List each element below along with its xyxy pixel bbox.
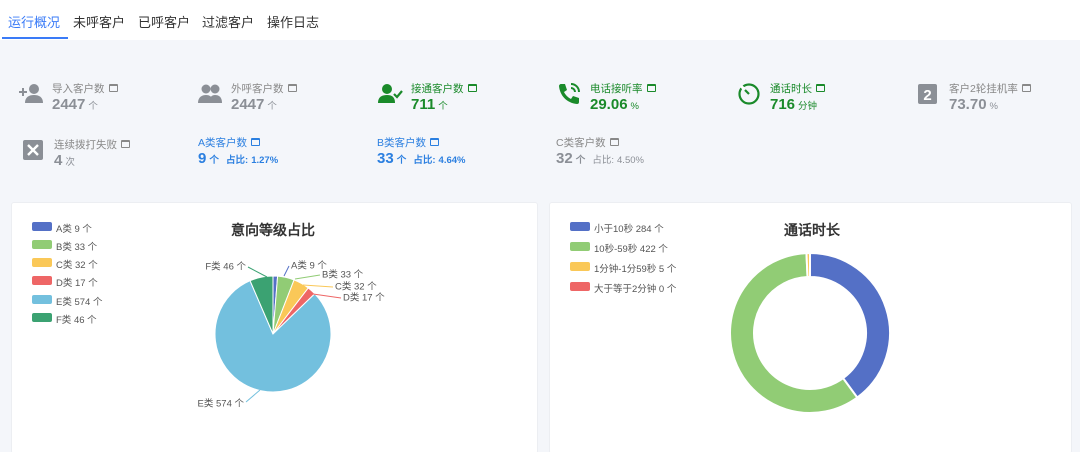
donut-segment[interactable] xyxy=(805,251,811,279)
pie-slice-label: E类 574 个 xyxy=(198,398,245,410)
label-leader-line xyxy=(302,284,334,288)
calendar-icon[interactable] xyxy=(108,84,118,92)
phone-call-icon xyxy=(559,83,580,104)
calendar-icon[interactable] xyxy=(646,84,656,92)
stat-value: 716 分钟 xyxy=(770,96,818,113)
svg-text:2: 2 xyxy=(923,87,931,104)
pie-chart: A类 9 个B类 33 个C类 32 个D类 17 个E类 574 个F类 46… xyxy=(198,260,386,410)
user-check-icon xyxy=(378,84,403,103)
stat-label: 导入客户数 xyxy=(52,81,118,96)
stat-label: A类客户数 xyxy=(198,135,261,150)
timer-icon xyxy=(738,83,760,105)
stat-label: 通话时长 xyxy=(770,81,825,96)
calendar-icon[interactable] xyxy=(467,84,477,92)
stat-value: 9个 占比: 1.27% xyxy=(198,150,279,167)
calendar-icon[interactable] xyxy=(430,138,440,146)
pie-slice-label: B类 33 个 xyxy=(322,269,364,281)
pie-slice-label: F类 46 个 xyxy=(205,261,246,273)
pie-slice-label: D类 17 个 xyxy=(343,292,385,304)
stat-value: 2447 个 xyxy=(231,96,277,113)
label-leader-line xyxy=(247,266,268,278)
label-leader-line xyxy=(294,274,321,280)
tab-uncalled[interactable]: 未呼客户 xyxy=(73,12,125,31)
donut-segment[interactable] xyxy=(809,251,891,399)
calendar-icon[interactable] xyxy=(121,140,130,148)
stat-label: 连续拨打失败 xyxy=(54,137,130,152)
group-icon xyxy=(198,84,222,103)
stat-label: 电话接听率 xyxy=(590,81,656,96)
tab-log[interactable]: 操作日志 xyxy=(267,12,319,31)
intent-level-panel: 意向等级占比 A类 9 个 B类 33 个 C类 32 个 D类 17 个 E类… xyxy=(11,202,538,452)
stat-value: 73.70% xyxy=(949,96,998,113)
tab-overview[interactable]: 运行概况 xyxy=(8,12,60,31)
tab-filtered[interactable]: 过滤客户 xyxy=(202,12,254,31)
donut-chart xyxy=(729,251,891,414)
active-tab-indicator xyxy=(2,37,68,39)
stat-value: 2447 个 xyxy=(52,96,98,113)
tab-called[interactable]: 已呼客户 xyxy=(138,12,190,31)
stat-value: 33 个 占比: 4.64% xyxy=(377,150,466,167)
close-box-icon xyxy=(23,140,43,160)
calendar-icon[interactable] xyxy=(1021,84,1031,92)
stat-label: 客户2轮挂机率 xyxy=(949,81,1031,96)
pie-slice-label: C类 32 个 xyxy=(335,281,377,293)
stat-value: 32 个 占比: 4.50% xyxy=(556,150,644,167)
calendar-icon[interactable] xyxy=(609,138,619,146)
stat-label: 外呼客户数 xyxy=(231,81,297,96)
stat-value: 4次 xyxy=(54,152,75,169)
stats-section: 导入客户数 2447 个 外呼客户数 2447 个 接通客户数 711 个 电话接听率… xyxy=(3,62,1078,188)
tab-bar: 运行概况 未呼客户 已呼客户 过滤客户 操作日志 xyxy=(0,0,1080,40)
calendar-icon[interactable] xyxy=(251,138,261,146)
add-user-icon xyxy=(19,84,43,103)
label-leader-line xyxy=(245,389,261,403)
label-leader-line xyxy=(283,265,290,277)
stat-value: 711 个 xyxy=(411,96,448,113)
call-duration-panel: 通话时长 小于10秒 284 个 10秒-59秒 422 个 1分钟-1分59秒… xyxy=(549,202,1072,452)
calendar-icon[interactable] xyxy=(816,84,825,92)
stat-label: 接通客户数 xyxy=(411,81,477,96)
stat-label: C类客户数 xyxy=(556,135,619,150)
stat-label: B类客户数 xyxy=(377,135,440,150)
stat-value: 29.06% xyxy=(590,96,639,113)
calendar-icon[interactable] xyxy=(287,84,297,92)
number-2-icon: 2 xyxy=(918,84,937,104)
